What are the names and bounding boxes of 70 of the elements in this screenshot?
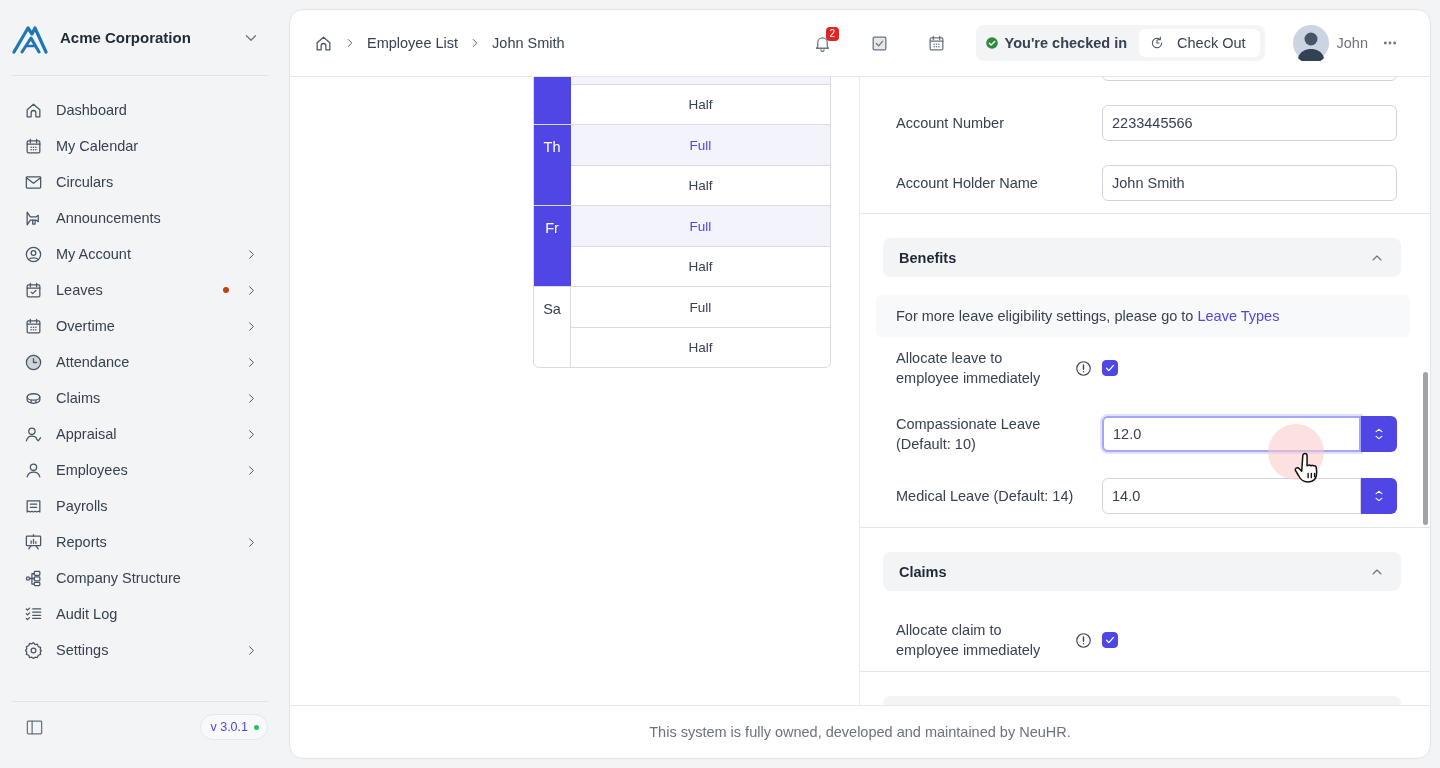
option-cell[interactable]: Half [571, 246, 830, 286]
sidebar-item[interactable]: Overtime [0, 308, 289, 344]
hierarchy-icon [24, 568, 43, 588]
sidebar-item[interactable]: Circulars [0, 164, 289, 200]
field-label: Compassionate Leave (Default: 10) [896, 415, 1042, 454]
option-cell[interactable]: Full [571, 287, 830, 327]
calendar-icon [24, 136, 43, 156]
field-label: Account Holder Name [896, 174, 1038, 193]
avatar[interactable] [1292, 25, 1329, 61]
info-text: For more leave eligibility settings, please go to Leave Types [896, 308, 1280, 324]
field-label: Allocate claim to employee immediately [896, 621, 1042, 660]
notification-badge: 2 [825, 26, 840, 41]
day-cell[interactable]: Th [534, 125, 571, 205]
sidebar-toggle-icon[interactable] [25, 718, 44, 737]
sidebar-item[interactable]: Leaves [0, 272, 289, 308]
sidebar-item[interactable]: Reports [0, 524, 289, 560]
scrollbar-thumb[interactable] [1423, 372, 1428, 525]
stepper-button[interactable] [1361, 416, 1397, 452]
calendar-check-icon [24, 280, 43, 300]
gear-icon [24, 640, 43, 660]
field-label: Medical Leave (Default: 14) [896, 487, 1074, 506]
version-badge: v 3.0.1 [200, 714, 268, 740]
text-field[interactable]: John Smith [1102, 165, 1397, 201]
section-header[interactable]: Benefits [883, 238, 1401, 277]
clock-icon [24, 352, 43, 372]
sidebar-item[interactable]: Audit Log [0, 596, 289, 632]
leave-types-link[interactable]: Leave Types [1197, 308, 1280, 324]
sidebar-item[interactable]: Settings [0, 632, 289, 668]
checkbox[interactable] [1102, 360, 1118, 376]
sidebar-item[interactable]: Announcements [0, 200, 289, 236]
company-name: Acme Corporation [60, 29, 192, 46]
sidebar-item[interactable]: Claims [0, 380, 289, 416]
footer-text: This system is fully owned, developed and maintained by NeuHR. [649, 724, 1071, 740]
number-field[interactable]: 12.0 [1102, 416, 1361, 452]
check-circle-icon [984, 36, 999, 50]
option-cell[interactable]: Full [571, 206, 830, 246]
info-icon[interactable] [1075, 631, 1092, 649]
sidebar-item[interactable]: My Account [0, 236, 289, 272]
breadcrumb-link[interactable]: John Smith [492, 35, 565, 51]
option-cell[interactable]: Half [571, 84, 830, 124]
sidebar-item[interactable]: Appraisal [0, 416, 289, 452]
sidebar-item[interactable]: Payrolls [0, 488, 289, 524]
status-dot [254, 724, 259, 730]
text-field[interactable]: 2233445566 [1102, 105, 1397, 141]
check-out-button[interactable]: Check Out [1139, 29, 1260, 57]
presentation-icon [24, 532, 43, 552]
checkbox[interactable] [1102, 632, 1118, 648]
stepper-button[interactable] [1361, 478, 1397, 514]
option-cell[interactable]: Half [571, 165, 830, 205]
field-label: Account Number [896, 114, 1004, 133]
user-circle-icon [24, 244, 43, 264]
sidebar-item[interactable]: Employees [0, 452, 289, 488]
field-label: Allocate leave to employee immediately [896, 349, 1042, 388]
breadcrumb-link[interactable]: Employee List [367, 35, 459, 51]
number-field[interactable]: 14.0 [1102, 478, 1361, 514]
day-cell[interactable]: Sa [534, 287, 571, 367]
option-cell[interactable]: Half [571, 327, 830, 367]
day-cell[interactable]: Fr [534, 206, 571, 286]
home-icon[interactable] [314, 33, 333, 53]
info-icon[interactable] [1075, 359, 1092, 377]
section-header[interactable]: Claims [883, 552, 1401, 591]
option-cell[interactable]: Full [571, 125, 830, 165]
check-in-status: You're checked in [1004, 35, 1128, 51]
user-name[interactable]: John [1336, 35, 1368, 51]
sidebar-item[interactable]: My Calendar [0, 128, 289, 164]
home-icon [24, 100, 43, 120]
calendar-icon [24, 316, 43, 336]
sidebar-item[interactable]: Company Structure [0, 560, 289, 596]
sidebar-item[interactable]: Dashboard [0, 92, 289, 128]
sidebar-item[interactable]: Attendance [0, 344, 289, 380]
